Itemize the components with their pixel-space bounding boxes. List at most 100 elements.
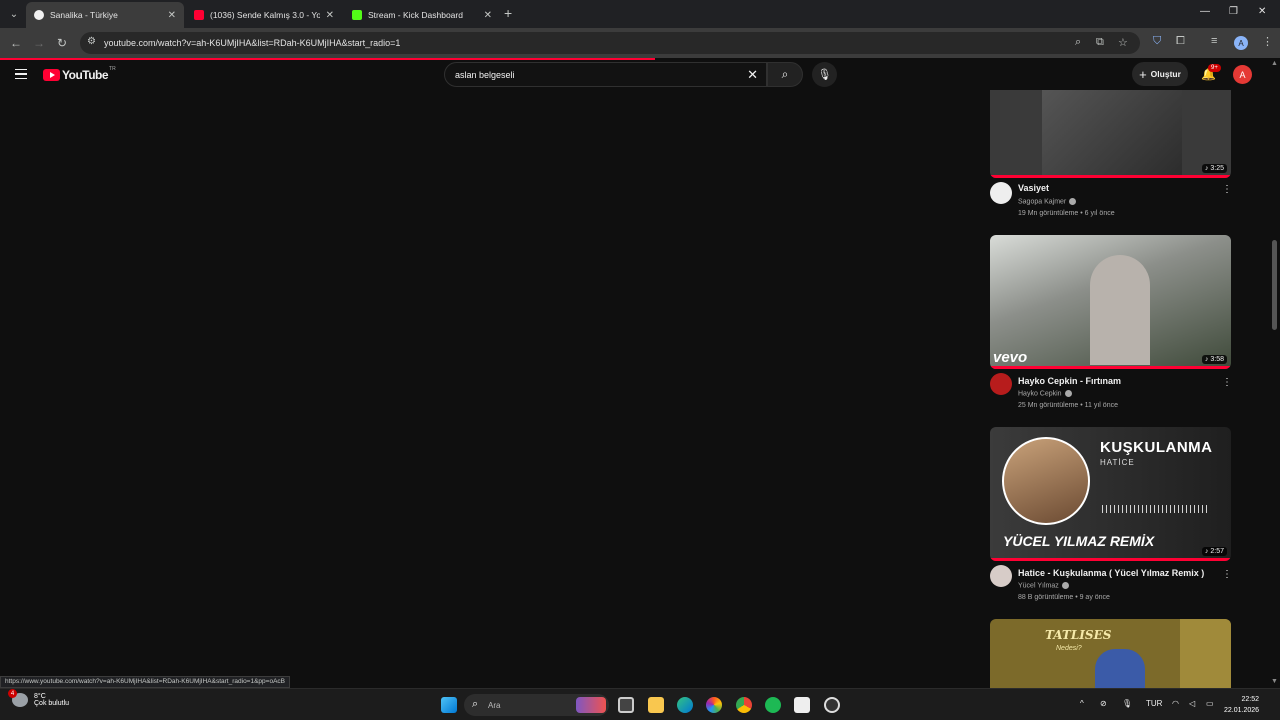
profile-avatar-icon[interactable]: A — [1234, 36, 1248, 50]
singer-portrait — [1002, 437, 1090, 525]
battery-icon[interactable]: ▭ — [1206, 699, 1214, 708]
video-thumbnail[interactable]: ♪ 3:25 — [990, 90, 1231, 178]
tray-chevron-icon[interactable]: ^ — [1080, 699, 1084, 708]
scroll-up-icon[interactable]: ▲ — [1271, 60, 1278, 67]
vevo-logo: vevo — [993, 349, 1028, 366]
close-window-icon[interactable]: ✕ — [1258, 6, 1266, 17]
close-tab-icon[interactable]: ✕ — [168, 10, 176, 21]
notification-count-badge: 9+ — [1208, 64, 1221, 72]
channel-avatar[interactable] — [990, 565, 1012, 587]
thumb-title-text: TATLISES — [1045, 628, 1112, 642]
tab-search-chevron-icon[interactable]: ⌄ — [6, 6, 22, 22]
extensions-puzzle-icon[interactable]: ⧠ — [1176, 35, 1185, 48]
duration-badge: ♪ 3:58 — [1201, 355, 1227, 364]
tab-kick[interactable]: Stream - Kick Dashboard ✕ — [344, 2, 500, 28]
thumb-subtitle-text: Nedesi? — [1056, 645, 1082, 652]
temperature: 8°C — [34, 693, 46, 700]
video-meta: 88 B görüntüleme • 9 ay önce — [1018, 594, 1110, 601]
language-indicator[interactable]: TUR — [1146, 699, 1162, 708]
search-button[interactable]: ⌕ — [767, 62, 803, 87]
watched-progress-bar — [990, 175, 1231, 178]
reload-icon[interactable]: ↻ — [57, 36, 67, 50]
channel-avatar[interactable] — [990, 373, 1012, 395]
scroll-down-icon[interactable]: ▼ — [1271, 678, 1278, 685]
duration-badge: ♪ 2:57 — [1201, 547, 1227, 556]
microphone-icon[interactable]: 🎙 — [1122, 699, 1132, 708]
youtube-logo[interactable]: YouTube TR — [43, 66, 116, 82]
taskbar-search[interactable]: ⌕ Ara — [464, 694, 609, 716]
obs-icon[interactable] — [824, 697, 840, 713]
search-input[interactable]: aslan belgeseli ✕ — [444, 62, 767, 87]
edge-icon[interactable] — [677, 697, 693, 713]
spotify-icon[interactable] — [765, 697, 781, 713]
more-actions-icon[interactable]: ⋮ — [1222, 377, 1232, 388]
plus-icon: + — [1139, 66, 1147, 82]
back-arrow-icon[interactable]: ← — [10, 36, 22, 50]
tab-sanalika[interactable]: Sanalika - Türkiye ✕ — [26, 2, 184, 28]
video-title[interactable]: Hayko Cepkin - Fırtınam — [1018, 376, 1121, 386]
close-tab-icon[interactable]: ✕ — [326, 10, 334, 21]
taskbar-search-label: Ara — [488, 700, 501, 710]
windows-start-icon[interactable] — [441, 697, 457, 713]
channel-name[interactable]: Yücel Yılmaz — [1018, 582, 1069, 589]
address-bar-row: ← → ↻ ⚙ youtube.com/watch?v=ah-K6UMjIHA&… — [0, 28, 1280, 58]
channel-avatar[interactable] — [990, 182, 1012, 204]
forward-arrow-icon[interactable]: → — [33, 36, 45, 50]
copilot-icon[interactable] — [706, 697, 722, 713]
channel-name-text: Yücel Yılmaz — [1018, 582, 1059, 590]
thumbnail-image — [1042, 90, 1182, 178]
tab-title: (1036) Sende Kalmış 3.0 - YouTube — [210, 10, 320, 20]
scrollbar-thumb[interactable] — [1272, 240, 1277, 330]
hamburger-menu-icon[interactable] — [15, 69, 27, 79]
extension-shield-icon[interactable]: ⛉ — [1153, 35, 1161, 48]
minimize-icon[interactable]: — — [1200, 6, 1210, 17]
scrollbar-track[interactable] — [1270, 60, 1280, 688]
thumb-remix-text: YÜCEL YILMAZ REMİX — [1003, 533, 1155, 549]
create-button[interactable]: + Oluştur — [1132, 62, 1188, 86]
close-tab-icon[interactable]: ✕ — [484, 10, 492, 21]
browser-tab-bar: ⌄ Sanalika - Türkiye ✕ (1036) Sende Kalm… — [0, 0, 1280, 28]
duration-text: 3:25 — [1210, 165, 1224, 172]
file-explorer-icon[interactable] — [648, 697, 664, 713]
new-tab-icon[interactable]: + — [504, 5, 512, 21]
browser-menu-icon[interactable]: ⋮ — [1262, 35, 1273, 48]
voice-search-mic-icon[interactable]: 🎙 — [812, 62, 837, 87]
video-thumbnail[interactable]: vevo ♪ 3:58 — [990, 235, 1231, 369]
youtube-play-icon — [43, 69, 60, 81]
more-actions-icon[interactable]: ⋮ — [1222, 569, 1232, 580]
zoom-icon[interactable]: ⌕ — [1075, 36, 1081, 49]
tab-groups-icon[interactable]: ≡ — [1211, 35, 1217, 47]
sanalika-favicon-icon — [34, 10, 44, 20]
channel-name[interactable]: Hayko Cepkin — [1018, 390, 1072, 397]
channel-name[interactable]: Sagopa Kajmer — [1018, 198, 1077, 206]
clear-search-icon[interactable]: ✕ — [747, 67, 758, 83]
speaker-icon[interactable]: ◁ — [1189, 699, 1195, 708]
video-title[interactable]: Hatice - Kuşkulanma ( Yücel Yılmaz Remix… — [1018, 568, 1204, 578]
clock-date: 22.01.2026 — [1224, 707, 1260, 714]
wifi-icon[interactable]: ◠ — [1172, 699, 1179, 708]
more-actions-icon[interactable]: ⋮ — [1222, 184, 1232, 195]
notepad-icon[interactable] — [794, 697, 810, 713]
chrome-icon[interactable] — [736, 697, 752, 713]
install-app-icon[interactable]: ⧉ — [1096, 36, 1104, 49]
video-title[interactable]: Vasiyet — [1018, 183, 1049, 193]
weather-widget[interactable]: 4 8°C Çok bulutlu — [8, 689, 69, 707]
video-thumbnail[interactable]: KUŞKULANMA HATİCE YÜCEL YILMAZ REMİX ♪ 2… — [990, 427, 1231, 561]
youtube-favicon-icon — [194, 10, 204, 20]
tab-title: Stream - Kick Dashboard — [368, 10, 463, 20]
restore-icon[interactable]: ❐ — [1229, 6, 1238, 17]
task-view-icon[interactable] — [618, 697, 634, 713]
system-clock[interactable]: 22:52 22.01.2026 — [1224, 694, 1259, 716]
video-thumbnail[interactable]: TATLISES Nedesi? — [990, 619, 1231, 688]
thumb-song-title: KUŞKULANMA — [1100, 439, 1213, 456]
bookmark-star-icon[interactable]: ☆ — [1118, 36, 1128, 49]
channel-name-text: Sagopa Kajmer — [1018, 198, 1067, 206]
tab-youtube[interactable]: (1036) Sende Kalmış 3.0 - YouTube ✕ — [186, 2, 342, 28]
tray-app-icon[interactable]: ⊘ — [1100, 699, 1107, 708]
search-query: aslan belgeseli — [455, 69, 515, 80]
account-avatar[interactable]: A — [1233, 65, 1252, 84]
duration-badge: ♪ 3:25 — [1201, 164, 1227, 173]
site-info-icon[interactable]: ⚙ — [87, 36, 96, 47]
url-field[interactable]: ⚙ youtube.com/watch?v=ah-K6UMjIHA&list=R… — [80, 32, 1140, 54]
search-highlight-icon — [576, 697, 606, 713]
